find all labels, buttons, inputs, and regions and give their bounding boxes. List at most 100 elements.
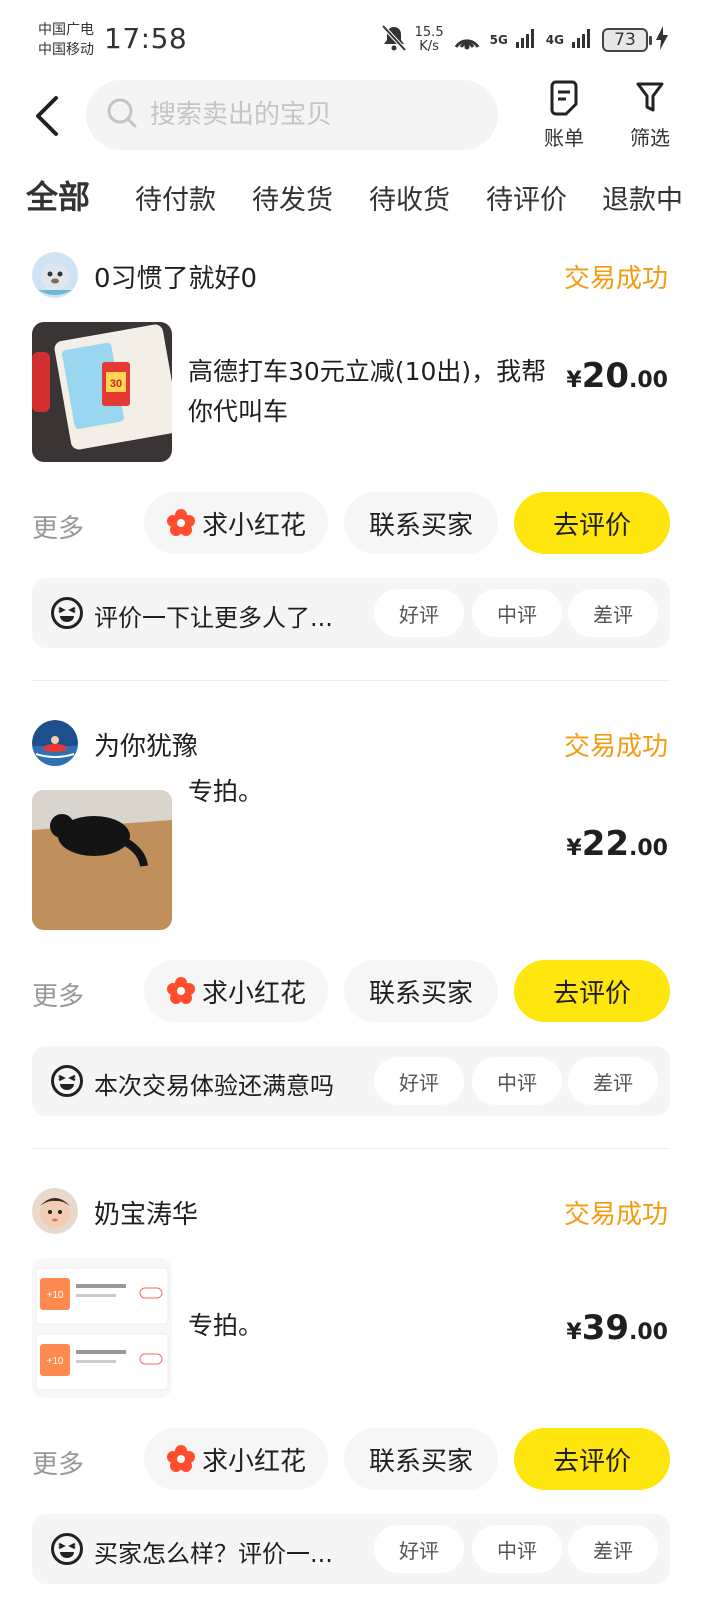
product-price: ¥20.00 <box>566 356 668 396</box>
search-box[interactable] <box>86 80 498 150</box>
more-button[interactable]: 更多 <box>32 508 84 545</box>
order-card: 奶宝涛华 交易成功 +10 +10 专拍。 ¥39.00 更多 求小红花 联系买… <box>0 1188 720 1610</box>
rate-neutral-button[interactable]: 中评 <box>472 1525 562 1573</box>
rate-neutral-button[interactable]: 中评 <box>472 589 562 637</box>
charging-icon <box>656 26 668 54</box>
request-flower-label: 求小红花 <box>201 1446 306 1477</box>
smile-emoji-icon <box>50 1532 84 1570</box>
order-status: 交易成功 <box>563 1200 668 1230</box>
rate-bad-button[interactable]: 差评 <box>568 589 658 637</box>
status-bar: 中国广电 中国移动 17:58 15.5 K/s 5G 4G 73 <box>0 0 720 80</box>
thumb-coupon-text-2: +10 <box>47 1356 64 1367</box>
buyer-avatar[interactable] <box>32 1188 78 1234</box>
price-currency: ¥ <box>566 1320 582 1345</box>
product-price: ¥39.00 <box>566 1308 668 1348</box>
order-divider <box>32 1148 670 1149</box>
signal-bars-2-icon <box>572 26 594 54</box>
signal-bars-1-icon <box>515 26 538 54</box>
quick-rating-bar: 买家怎么样？评价一... 好评 中评 差评 <box>32 1514 670 1584</box>
signal-2-label: 4G <box>545 33 564 47</box>
quick-rating-bar: 本次交易体验还满意吗 好评 中评 差评 <box>32 1046 670 1116</box>
price-decimal: .00 <box>629 1320 668 1345</box>
tab-pending-review[interactable]: 待评价 <box>486 178 567 217</box>
order-actions: 更多 求小红花 联系买家 去评价 <box>0 492 720 556</box>
buyer-avatar[interactable] <box>32 720 78 766</box>
product-thumbnail[interactable] <box>32 790 172 930</box>
carrier-names: 中国广电 中国移动 <box>38 20 94 60</box>
order-card: 0习惯了就好0 交易成功 30 高德打车30元立减(10出)，我帮你代叫车 ¥2… <box>0 252 720 722</box>
product-title[interactable]: 专拍。 <box>188 1306 548 1346</box>
request-flower-label: 求小红花 <box>201 510 306 541</box>
signal-1-label: 5G <box>489 33 508 47</box>
order-divider <box>32 680 670 681</box>
rate-bad-button[interactable]: 差评 <box>568 1057 658 1105</box>
tab-pending-payment[interactable]: 待付款 <box>135 178 216 217</box>
thumb-badge-text: 30 <box>110 378 122 390</box>
carrier-2: 中国移动 <box>38 42 94 58</box>
tab-all-label: 全部 <box>26 178 91 216</box>
carrier-1: 中国广电 <box>38 22 94 38</box>
request-flower-label: 求小红花 <box>201 978 306 1009</box>
price-decimal: .00 <box>629 836 668 861</box>
red-flower-icon <box>166 509 195 536</box>
rating-prompt: 评价一下让更多人了... <box>94 604 333 632</box>
product-thumbnail[interactable]: 30 <box>32 322 172 462</box>
more-button[interactable]: 更多 <box>32 976 84 1013</box>
go-review-button[interactable]: 去评价 <box>514 492 670 554</box>
contact-buyer-button[interactable]: 联系买家 <box>344 492 498 554</box>
rate-good-button[interactable]: 好评 <box>374 1057 464 1105</box>
price-currency: ¥ <box>566 368 582 393</box>
thumb-coupon-text-1: +10 <box>47 1290 64 1301</box>
rate-bad-button[interactable]: 差评 <box>568 1525 658 1573</box>
price-currency: ¥ <box>566 836 582 861</box>
buyer-name[interactable]: 为你犹豫 <box>94 726 198 763</box>
product-thumbnail[interactable]: +10 +10 <box>32 1258 172 1398</box>
request-flower-button[interactable]: 求小红花 <box>144 492 328 554</box>
battery-indicator: 73 <box>602 28 652 52</box>
price-integer: 39 <box>581 1308 630 1348</box>
filter-button[interactable]: 筛选 <box>620 80 680 151</box>
order-actions: 更多 求小红花 联系买家 去评价 <box>0 1428 720 1492</box>
price-integer: 20 <box>581 356 630 396</box>
more-button[interactable]: 更多 <box>32 1444 84 1481</box>
product-price: ¥22.00 <box>566 824 668 864</box>
net-speed-value: 15.5 <box>414 25 444 40</box>
price-integer: 22 <box>581 824 630 864</box>
product-title[interactable]: 高德打车30元立减(10出)，我帮你代叫车 <box>188 352 548 432</box>
tab-pending-shipment[interactable]: 待发货 <box>252 178 333 217</box>
go-review-button[interactable]: 去评价 <box>514 960 670 1022</box>
request-flower-button[interactable]: 求小红花 <box>144 960 328 1022</box>
order-tabs: 全部 待付款 待发货 待收货 待评价 退款中 <box>0 172 720 228</box>
back-button[interactable] <box>30 94 70 138</box>
order-card: 为你犹豫 交易成功 专拍。 ¥22.00 更多 求小红花 联系买家 去评价 本次… <box>0 720 720 1190</box>
rate-good-button[interactable]: 好评 <box>374 1525 464 1573</box>
mute-bell-icon <box>381 24 407 56</box>
contact-buyer-button[interactable]: 联系买家 <box>344 960 498 1022</box>
rate-neutral-button[interactable]: 中评 <box>472 1057 562 1105</box>
hotspot-icon <box>452 25 482 55</box>
go-review-button[interactable]: 去评价 <box>514 1428 670 1490</box>
buyer-avatar[interactable] <box>32 252 78 298</box>
bill-button[interactable]: 账单 <box>534 80 594 151</box>
red-flower-icon <box>166 977 195 1004</box>
tab-refunding[interactable]: 退款中 <box>602 178 683 217</box>
status-icons: 15.5 K/s 5G 4G 73 <box>381 24 668 56</box>
rating-prompt: 本次交易体验还满意吗 <box>94 1072 334 1100</box>
request-flower-button[interactable]: 求小红花 <box>144 1428 328 1490</box>
search-input[interactable] <box>150 100 480 130</box>
smile-emoji-icon <box>50 1064 84 1102</box>
quick-rating-bar: 评价一下让更多人了... 好评 中评 差评 <box>32 578 670 648</box>
buyer-name[interactable]: 奶宝涛华 <box>94 1194 198 1231</box>
buyer-name[interactable]: 0习惯了就好0 <box>94 258 257 295</box>
contact-buyer-button[interactable]: 联系买家 <box>344 1428 498 1490</box>
filter-label: 筛选 <box>630 126 670 150</box>
product-title[interactable]: 专拍。 <box>188 772 548 812</box>
tab-pending-receipt[interactable]: 待收货 <box>369 178 450 217</box>
smile-emoji-icon <box>50 596 84 634</box>
search-icon <box>106 97 138 133</box>
rate-good-button[interactable]: 好评 <box>374 589 464 637</box>
bill-icon <box>550 80 578 116</box>
price-decimal: .00 <box>629 368 668 393</box>
back-arrow-icon <box>36 96 58 136</box>
tab-all[interactable]: 全部 <box>24 172 93 218</box>
